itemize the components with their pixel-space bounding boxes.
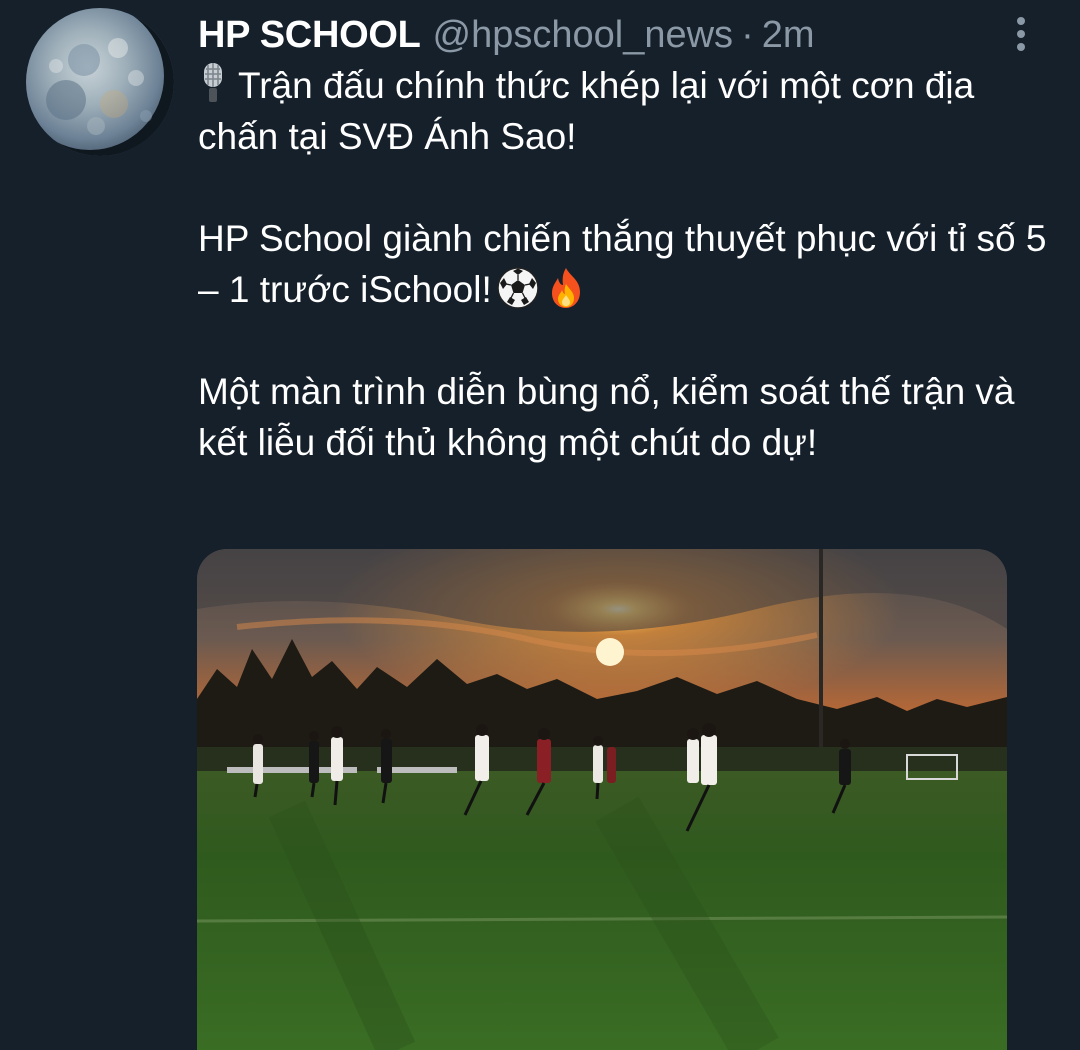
microphone-icon: [204, 63, 222, 102]
tweet-paragraph-2-text: HP School giành chiến thắng thuyết phục …: [198, 218, 1047, 310]
fire-icon: [551, 268, 580, 308]
soccer-sunset-photo: [197, 549, 1007, 1050]
tweet-paragraph-3: Một màn trình diễn bùng nổ, kiểm soát th…: [198, 366, 1048, 468]
tweet-paragraph-1-text: Trận đấu chính thức khép lại với một cơn…: [198, 65, 975, 157]
more-dot: [1017, 30, 1025, 38]
moon-avatar-icon: [46, 38, 152, 135]
more-options-button[interactable]: [1003, 14, 1039, 54]
timestamp[interactable]: 2m: [762, 12, 815, 58]
avatar[interactable]: [26, 8, 174, 156]
tweet-header: HP SCHOOL @hpschool_news · 2m: [198, 12, 815, 58]
tweet-paragraph-3-text: Một màn trình diễn bùng nổ, kiểm soát th…: [198, 371, 1015, 463]
tweet-paragraph-1: Trận đấu chính thức khép lại với một cơn…: [198, 60, 1048, 162]
separator-dot: ·: [741, 14, 754, 56]
display-name[interactable]: HP SCHOOL: [198, 12, 421, 58]
tweet[interactable]: HP SCHOOL @hpschool_news · 2m Trận đấu c…: [0, 0, 1080, 1050]
more-dot: [1017, 43, 1025, 51]
more-vertical-icon: [1017, 17, 1025, 25]
soccer-ball-icon: [497, 267, 539, 309]
user-handle[interactable]: @hpschool_news: [433, 12, 734, 58]
tweet-text: Trận đấu chính thức khép lại với một cơn…: [198, 60, 1048, 468]
tweet-photo[interactable]: [197, 549, 1007, 1050]
tweet-paragraph-2: HP School giành chiến thắng thuyết phục …: [198, 213, 1048, 315]
